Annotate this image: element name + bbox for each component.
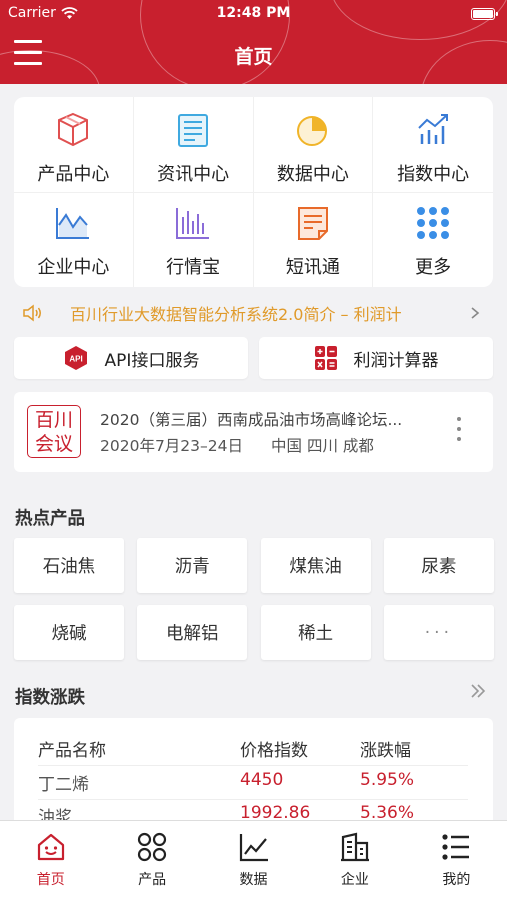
dots-grid-icon [417, 207, 450, 239]
cube-icon [58, 112, 89, 147]
price-index: 4450 [240, 770, 284, 790]
more-options-icon[interactable] [457, 417, 463, 447]
top-header: Carrier 12:48 PM 首页 [0, 0, 507, 84]
profit-calculator-button[interactable]: 利润计算器 [259, 337, 493, 379]
battery-icon [471, 8, 498, 20]
index-table: 产品名称 价格指数 涨跌幅 丁二烯 4450 5.95% 油浆 1992.86 … [14, 718, 493, 828]
conference-location: 中国 四川 成都 [271, 437, 374, 455]
building-icon [340, 832, 369, 862]
tab-label: 产品 [138, 872, 167, 888]
conference-card[interactable]: 百川 会议 2020（第三届）西南成品油市场高峰论坛... 2020年7月23–… [14, 392, 493, 472]
hot-products-title: 热点产品 [15, 509, 85, 529]
hot-product-button[interactable]: 尿素 [383, 538, 494, 593]
pie-chart-icon [296, 116, 327, 146]
grid-item-data-center[interactable]: 数据中心 [253, 97, 374, 193]
announcement-text: 百川行业大数据智能分析系统2.0简介 – 利润计 [70, 305, 402, 324]
more-products-button[interactable]: ··· [383, 605, 494, 660]
column-header: 产品名称 [38, 741, 106, 761]
profit-calculator-label: 利润计算器 [353, 350, 439, 371]
index-section-title: 指数涨跌 [15, 688, 85, 708]
table-header: 产品名称 价格指数 涨跌幅 [38, 736, 468, 766]
grid-item-index-center[interactable]: 指数中心 [373, 97, 493, 193]
grid-item-sms[interactable]: 短讯通 [254, 193, 374, 287]
double-chevron-right-icon[interactable] [469, 682, 487, 700]
svg-text:API: API [69, 355, 82, 364]
column-header: 价格指数 [240, 741, 308, 761]
bars-icon [176, 208, 210, 239]
grid-item-more[interactable]: 更多 [373, 193, 493, 287]
tab-enterprise[interactable]: 企业 [304, 821, 405, 900]
conference-date: 2020年7月23–24日 [100, 437, 244, 455]
grid-item-label: 短讯通 [285, 257, 340, 278]
conference-logo: 百川 会议 [27, 405, 81, 458]
news-icon [178, 114, 209, 147]
grid-item-market-treasure[interactable]: 行情宝 [134, 193, 254, 287]
tab-products[interactable]: 产品 [101, 821, 202, 900]
api-badge-icon: API [64, 346, 87, 370]
tab-data[interactable]: 数据 [203, 821, 304, 900]
home-icon [37, 833, 64, 861]
status-bar: Carrier 12:48 PM [0, 5, 507, 25]
change-percent: 5.95% [360, 770, 415, 790]
grid-item-label: 行情宝 [166, 257, 221, 278]
tab-label: 数据 [239, 872, 268, 888]
column-header: 涨跌幅 [360, 741, 411, 761]
hot-product-button[interactable]: 石油焦 [14, 538, 124, 593]
table-row[interactable]: 丁二烯 4450 5.95% [38, 770, 468, 800]
tab-mine[interactable]: 我的 [406, 821, 507, 900]
tab-label: 我的 [442, 872, 471, 888]
list-icon [442, 834, 470, 860]
grid-item-label: 企业中心 [37, 257, 110, 278]
product-name: 丁二烯 [38, 775, 89, 795]
grid-item-label: 资讯中心 [157, 164, 230, 185]
status-time: 12:48 PM [216, 5, 291, 21]
api-service-label: API接口服务 [104, 350, 200, 371]
grid-item-product-center[interactable]: 产品中心 [14, 97, 134, 193]
grid-item-label: 指数中心 [397, 164, 470, 185]
chevron-right-icon [471, 307, 480, 319]
grid-item-label: 更多 [415, 257, 452, 278]
hot-product-button[interactable]: 电解铝 [137, 605, 248, 660]
product-grid-icon [138, 832, 167, 862]
area-chart-icon [56, 208, 90, 239]
grid-item-enterprise-center[interactable]: 企业中心 [14, 193, 134, 287]
speaker-icon [23, 304, 41, 322]
tab-home[interactable]: 首页 [0, 821, 101, 900]
tab-label: 企业 [340, 872, 369, 888]
conference-title: 2020（第三届）西南成品油市场高峰论坛... [100, 411, 403, 429]
line-chart-icon [239, 834, 268, 862]
hot-products-grid: 石油焦 沥青 煤焦油 尿素 烧碱 电解铝 稀土 ··· [14, 538, 494, 660]
grid-item-news-center[interactable]: 资讯中心 [133, 97, 254, 193]
grid-item-label: 数据中心 [276, 164, 349, 185]
bar-trend-icon [418, 114, 449, 144]
conference-logo-line1: 百川 [34, 409, 73, 431]
announcement-bar[interactable]: 百川行业大数据智能分析系统2.0简介 – 利润计 [22, 300, 482, 326]
bottom-tab-bar: 首页 产品 数据 企业 我的 [0, 820, 507, 900]
note-icon [297, 207, 328, 240]
hot-product-button[interactable]: 沥青 [137, 538, 248, 593]
api-service-button[interactable]: API API接口服务 [14, 337, 248, 379]
hot-product-button[interactable]: 烧碱 [14, 605, 124, 660]
feature-grid: 产品中心 资讯中心 数据中心 指数中心 企业中心 行情宝 短讯通 更多 [14, 97, 493, 287]
grid-item-label: 产品中心 [37, 164, 110, 185]
hot-product-button[interactable]: 煤焦油 [260, 538, 371, 593]
calculator-icon [314, 346, 337, 370]
conference-meta: 2020年7月23–24日 中国 四川 成都 [100, 434, 374, 456]
conference-logo-line2: 会议 [34, 433, 73, 455]
hot-product-button[interactable]: 稀土 [260, 605, 371, 660]
tab-label: 首页 [36, 872, 65, 888]
page-title: 首页 [234, 46, 273, 68]
